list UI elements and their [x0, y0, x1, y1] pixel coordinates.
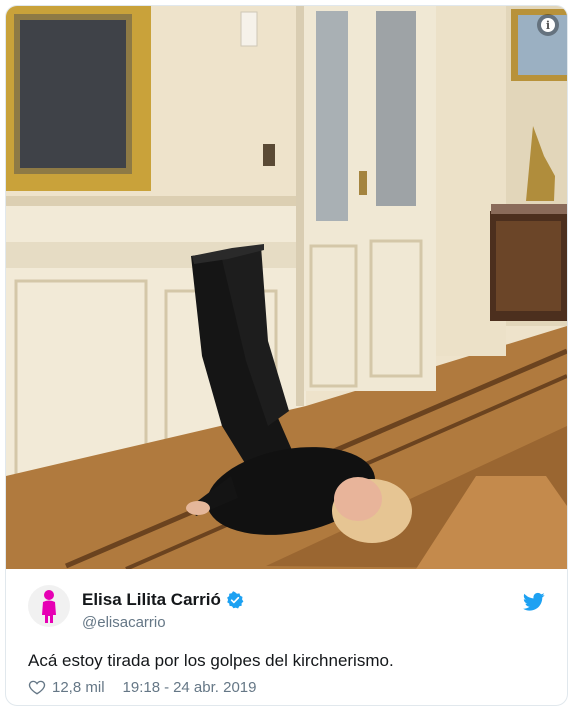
embedded-tweet-card[interactable]: i Elisa Lilita Carrió @elisacarrio Acá e…	[5, 5, 568, 706]
tweet-time[interactable]: 19:18	[123, 679, 161, 696]
tweet-body: Elisa Lilita Carrió @elisacarrio Acá est…	[6, 569, 567, 705]
author-row[interactable]: Elisa Lilita Carrió	[82, 590, 244, 610]
info-icon[interactable]: i	[537, 14, 559, 36]
verified-badge-icon	[227, 591, 244, 609]
avatar-figure-icon	[42, 590, 56, 623]
time-separator: -	[164, 678, 170, 696]
author-name[interactable]: Elisa Lilita Carrió	[82, 590, 221, 610]
photo-illustration	[6, 6, 567, 569]
tweet-text: Acá estoy tirada por los golpes del kirc…	[28, 651, 394, 670]
tweet-date[interactable]: 24 abr. 2019	[173, 679, 256, 696]
heart-icon[interactable]	[28, 678, 46, 696]
avatar[interactable]	[28, 585, 70, 627]
author-handle[interactable]: @elisacarrio	[82, 614, 166, 631]
like-count[interactable]: 12,8 mil	[52, 679, 105, 696]
tweet-meta: 12,8 mil 19:18 - 24 abr. 2019	[28, 678, 257, 696]
twitter-bird-icon[interactable]	[523, 592, 545, 612]
tweet-photo[interactable]: i	[6, 6, 567, 569]
